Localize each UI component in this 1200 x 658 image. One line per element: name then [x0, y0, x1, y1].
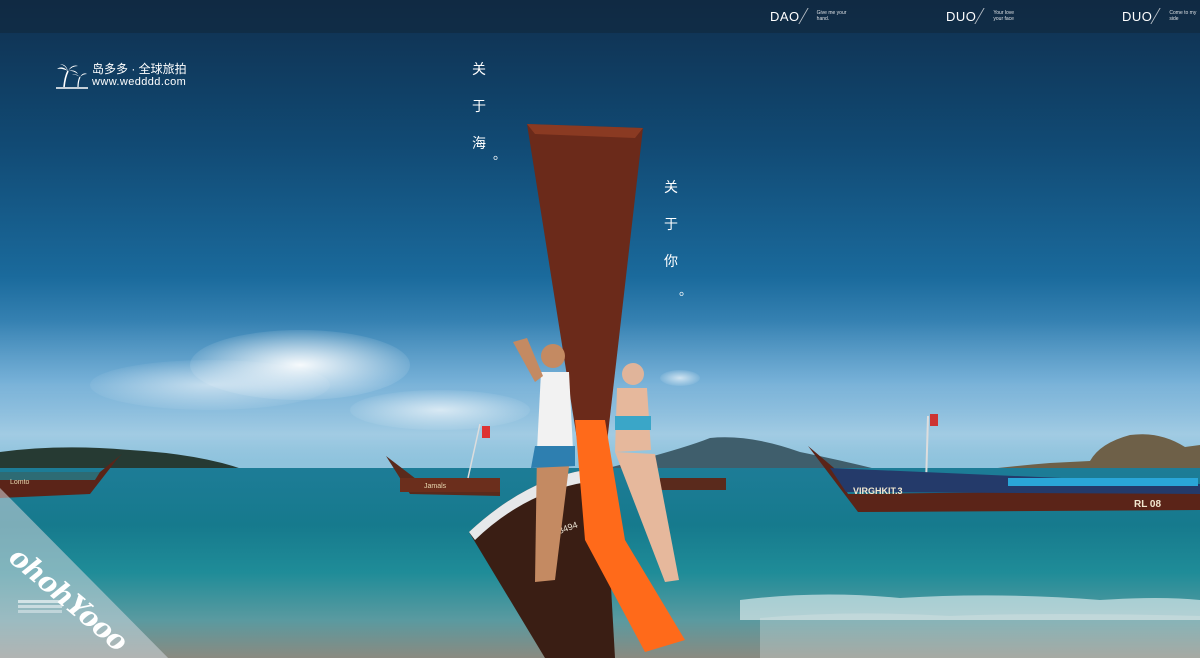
- palm-tree-icon: [56, 63, 88, 89]
- hero-photo: Lomto Jamals VIRGHKIT.3 RL 08 61 03494: [0, 0, 1200, 658]
- nav-item-label: DUO: [1122, 8, 1153, 24]
- boat-right: VIRGHKIT.3 RL 08: [808, 414, 1200, 512]
- nav-item-caption: Your love your face: [993, 10, 1015, 22]
- slash-divider: [798, 8, 819, 24]
- logo-url: www.wedddd.com: [92, 76, 187, 88]
- poem-line-you: 关 于 你: [663, 170, 679, 281]
- poem-period: 。: [679, 284, 693, 299]
- nav-item-label: DAO: [770, 8, 800, 24]
- nav-item-dao[interactable]: DAO Give me your hand.: [770, 8, 847, 24]
- nav-item-duo-1[interactable]: DUO Your love your face: [946, 8, 1023, 24]
- slash-divider: [1150, 8, 1172, 24]
- nav-item-caption: Give me your hand.: [816, 10, 847, 22]
- flag: [930, 414, 938, 426]
- nav-item-label: DUO: [946, 8, 977, 24]
- slash-divider: [974, 8, 996, 24]
- boat-middle-name: Jamals: [424, 483, 447, 490]
- poem-char: 于: [664, 217, 678, 233]
- nav-item-duo-2[interactable]: DUO Come to my side: [1122, 8, 1199, 24]
- nav-item-caption: Come to my side: [1169, 10, 1197, 22]
- poem-line-sea: 关 于 海: [471, 52, 487, 163]
- cloud: [90, 360, 330, 410]
- corner-fine-print: [18, 600, 62, 613]
- poem-char: 关: [664, 180, 678, 196]
- poem-char: 你: [664, 254, 678, 270]
- boat-right-reg: RL 08: [1134, 499, 1161, 510]
- poem-char: 关: [472, 62, 486, 78]
- logo-name: 岛多多 · 全球旅拍: [92, 62, 187, 76]
- poem-char: 于: [472, 99, 486, 115]
- poem-char: 海: [472, 136, 486, 152]
- brand-logo[interactable]: 岛多多 · 全球旅拍 www.wedddd.com: [56, 62, 187, 89]
- boat-right-name: VIRGHKIT.3: [853, 486, 903, 496]
- poem-period: 。: [493, 148, 507, 163]
